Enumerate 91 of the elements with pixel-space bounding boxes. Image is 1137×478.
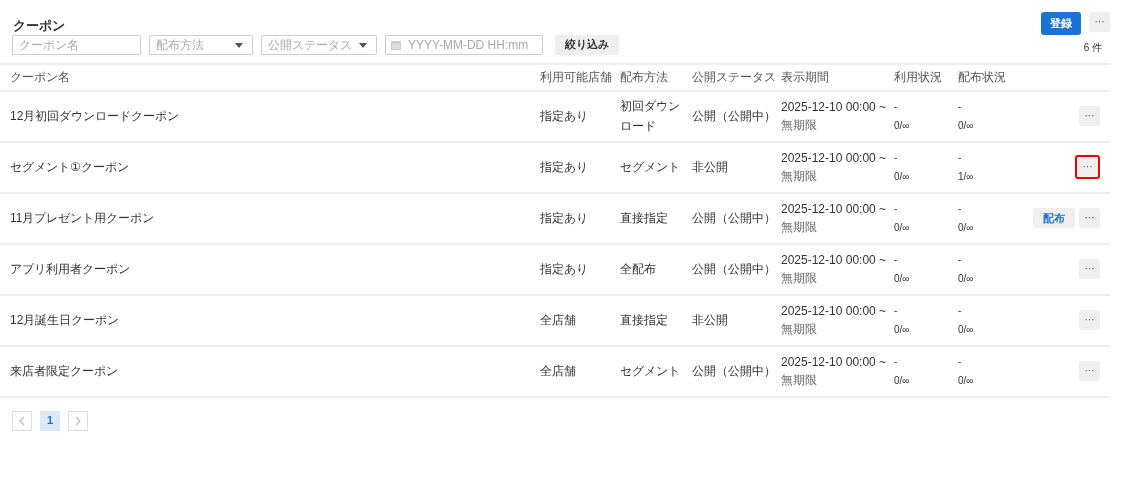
table-cell-text: - — [894, 253, 898, 267]
table-cell-text: 初回ダウンロード — [620, 97, 681, 135]
table-cell-text: 無期限 — [781, 372, 817, 389]
table-cell-text: 直接指定 — [620, 311, 668, 329]
table-cell-text: - — [958, 253, 962, 267]
more-button[interactable]: ··· — [1079, 208, 1100, 228]
more-button[interactable]: ··· — [1079, 361, 1100, 381]
table-cell-text: 0/∞ — [958, 374, 974, 388]
table-cell: 指定あり — [540, 211, 588, 225]
table-cell-text: - — [894, 100, 898, 114]
more-button[interactable]: ··· — [1075, 155, 1100, 179]
column-header: 利用状況 — [894, 70, 942, 84]
caret-icon — [235, 42, 243, 48]
table-cell-text: 2025-12-10 00:00 ~ — [781, 150, 887, 167]
chevron-left-icon — [19, 415, 25, 426]
table-cell-text: 0/∞ — [894, 221, 910, 235]
more-button[interactable]: ··· — [1089, 12, 1110, 32]
table-cell-text: - — [894, 355, 898, 369]
table-cell: 公開（公開中） — [692, 364, 776, 378]
more-button[interactable]: ··· — [1079, 310, 1100, 330]
table-cell-text: 2025-12-10 00:00 ~ — [781, 252, 887, 269]
table-cell: 12月誕生日クーポン — [10, 313, 120, 327]
table-cell-text: 2025-12-10 00:00 ~ — [781, 354, 887, 371]
table-cell-text: セグメント — [620, 362, 680, 380]
column-header: 利用可能店舗 — [540, 70, 612, 84]
search-field[interactable]: クーポン名 — [12, 34, 141, 55]
page-button[interactable]: 1 — [40, 410, 60, 431]
column-header: 公開ステータス — [692, 70, 776, 84]
caret-icon — [359, 42, 367, 48]
table-cell: 11月プレゼント用クーポン — [10, 211, 155, 225]
table-cell: 公開（公開中） — [692, 262, 776, 276]
table-cell-text: 全配布 — [620, 260, 656, 278]
table-cell-text: - — [894, 304, 898, 318]
table-cell: アプリ利用者クーポン — [10, 262, 130, 276]
table-cell-text: 2025-12-10 00:00 ~ — [781, 99, 887, 116]
table-cell-text: 直接指定 — [620, 209, 668, 227]
table-cell: 指定あり — [540, 262, 588, 276]
table-cell-text: 0/∞ — [894, 272, 910, 286]
table-cell-text: セグメント — [620, 158, 680, 176]
table-cell: 全店舗 — [540, 364, 576, 378]
next-page-button[interactable] — [68, 410, 88, 431]
table-cell: 公開（公開中） — [692, 211, 776, 225]
page-title: クーポン — [13, 17, 65, 35]
table-cell-text: 0/∞ — [894, 323, 910, 337]
more-button[interactable]: ··· — [1079, 106, 1100, 126]
table-cell-text: - — [958, 202, 962, 216]
table-cell-text: - — [894, 151, 898, 165]
column-header: 配布方法 — [620, 70, 668, 84]
chevron-right-icon — [75, 415, 81, 426]
register-button[interactable]: 登録 — [1041, 12, 1081, 35]
table-cell-text: 2025-12-10 00:00 ~ — [781, 201, 887, 218]
table-cell-text: 0/∞ — [894, 374, 910, 388]
table-cell-text: - — [958, 355, 962, 369]
table-cell-text: 無期限 — [781, 321, 817, 338]
table-cell: 指定あり — [540, 160, 588, 174]
table-cell-text: - — [958, 151, 962, 165]
calendar-icon — [391, 39, 401, 50]
table-cell-text: 無期限 — [781, 117, 817, 134]
table-cell: 公開（公開中） — [692, 109, 776, 123]
distribute-button[interactable]: 配布 — [1033, 208, 1075, 228]
table-cell-text: 無期限 — [781, 270, 817, 287]
filter-dropdown[interactable]: 公開ステータス — [261, 34, 377, 55]
table-cell-text: 0/∞ — [894, 170, 910, 184]
table-cell: セグメント①クーポン — [10, 160, 129, 174]
column-header: 表示期間 — [781, 70, 829, 84]
column-header: 配布状況 — [958, 70, 1006, 84]
table-cell: 非公開 — [692, 160, 728, 174]
table-cell-text: 0/∞ — [958, 119, 974, 133]
filter-button[interactable]: 絞り込み — [555, 34, 619, 55]
table-cell-text: 2025-12-10 00:00 ~ — [781, 303, 887, 320]
table-cell: 指定あり — [540, 109, 588, 123]
table-cell-text: - — [958, 100, 962, 114]
column-header: クーポン名 — [10, 70, 70, 84]
table-cell-text: - — [894, 202, 898, 216]
table-cell: 全店舗 — [540, 313, 576, 327]
table-cell-text: 0/∞ — [894, 119, 910, 133]
table-cell: 来店者限定クーポン — [10, 364, 118, 378]
result-count: 6 件 — [1083, 40, 1102, 55]
table-cell-text: 0/∞ — [958, 221, 974, 235]
more-button[interactable]: ··· — [1079, 259, 1100, 279]
table-cell-text: 無期限 — [781, 219, 817, 236]
filter-dropdown[interactable]: 配布方法 — [149, 34, 253, 55]
table-cell-text: 無期限 — [781, 168, 817, 185]
table-cell-text: 0/∞ — [958, 323, 974, 337]
previous-page-button[interactable] — [12, 410, 32, 431]
table-cell-text: 0/∞ — [958, 272, 974, 286]
date-field[interactable]: YYYY-MM-DD HH:mm — [385, 34, 543, 55]
table-cell-text: 1/∞ — [958, 170, 974, 184]
table-cell: 12月初回ダウンロードクーポン — [10, 109, 180, 123]
table-cell-text: - — [958, 304, 962, 318]
table-cell: 非公開 — [692, 313, 728, 327]
